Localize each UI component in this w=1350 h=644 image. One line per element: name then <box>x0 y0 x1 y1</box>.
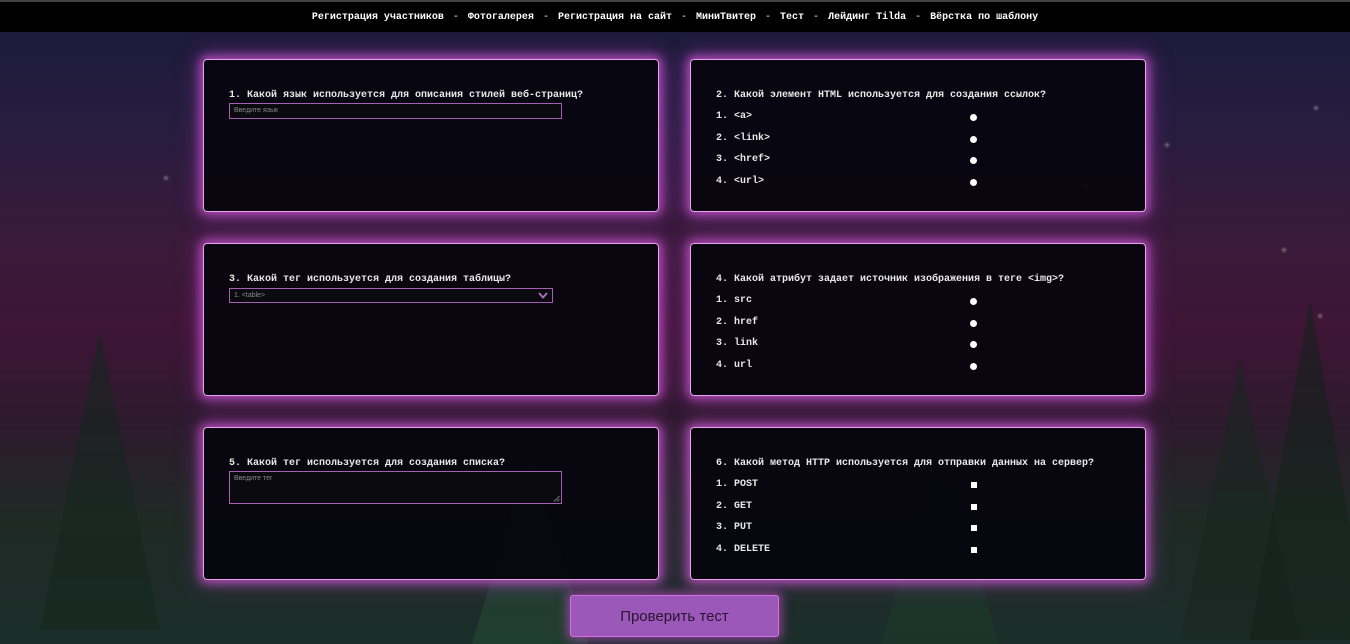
option-label: 4. url <box>716 360 753 371</box>
checkbox-option[interactable]: 4. DELETE <box>716 544 986 558</box>
radio-option[interactable]: 4. url <box>716 360 986 374</box>
question-title: 1. Какой язык используется для описания … <box>229 90 584 101</box>
nav-link-test[interactable]: Тест <box>780 12 804 23</box>
question-card-4: 4. Какой атрибут задает источник изображ… <box>690 243 1146 396</box>
question-title: 3. Какой тег используется для создания т… <box>229 274 512 285</box>
option-label: 2. GET <box>716 501 753 512</box>
checkbox[interactable] <box>971 525 977 531</box>
question-title: 5. Какой тег используется для создания с… <box>229 458 506 469</box>
question-title: 2. Какой элемент HTML используется для с… <box>716 90 1047 101</box>
star-decoration <box>164 176 168 180</box>
question-title: 4. Какой атрибут задает источник изображ… <box>716 274 1065 285</box>
question-title: 6. Какой метод HTTP используется для отп… <box>716 458 1095 469</box>
nav-separator: - <box>680 11 687 23</box>
nav-link-participants-registration[interactable]: Регистрация участников <box>312 12 444 23</box>
star-decoration <box>1165 143 1169 147</box>
nav-separator: - <box>452 11 459 23</box>
checkbox-option[interactable]: 2. GET <box>716 501 986 515</box>
radio-option[interactable]: 1. <a> <box>716 111 986 125</box>
nav-separator: - <box>765 11 772 23</box>
nav-link-site-registration[interactable]: Регистрация на сайт <box>558 12 672 23</box>
top-navigation: Регистрация участников - Фотогалерея - Р… <box>0 0 1350 32</box>
nav-separator: - <box>915 11 922 23</box>
star-decoration <box>1314 106 1318 110</box>
nav-link-minitwitter[interactable]: МиниТвитер <box>696 12 756 23</box>
option-label: 1. src <box>716 295 753 306</box>
radio-button[interactable] <box>970 341 977 348</box>
list-tag-textarea[interactable]: Введите тег <box>229 471 562 504</box>
question-card-3: 3. Какой тег используется для создания т… <box>203 243 659 396</box>
resize-handle-icon[interactable] <box>553 495 560 502</box>
check-test-button[interactable]: Проверить тест <box>570 595 779 637</box>
textarea-placeholder: Введите тег <box>234 475 273 482</box>
radio-button[interactable] <box>970 114 977 121</box>
select-value: 1. <table> <box>234 292 266 299</box>
nav-separator: - <box>813 11 820 23</box>
option-label: 2. href <box>716 317 759 328</box>
checkbox[interactable] <box>971 504 977 510</box>
option-label: 1. POST <box>716 479 759 490</box>
tree-decoration <box>1250 300 1350 640</box>
table-tag-select[interactable]: 1. <table> <box>229 288 553 303</box>
star-decoration <box>1282 248 1286 252</box>
option-label: 3. PUT <box>716 522 753 533</box>
question-card-5: 5. Какой тег используется для создания с… <box>203 427 659 580</box>
language-input[interactable]: Введите язык <box>229 103 562 119</box>
radio-button[interactable] <box>970 179 977 186</box>
radio-button[interactable] <box>970 136 977 143</box>
question-card-1: 1. Какой язык используется для описания … <box>203 59 659 212</box>
radio-button[interactable] <box>970 363 977 370</box>
radio-option[interactable]: 3. link <box>716 338 986 352</box>
option-label: 1. <a> <box>716 111 753 122</box>
radio-button[interactable] <box>970 298 977 305</box>
question-card-6: 6. Какой метод HTTP используется для отп… <box>690 427 1146 580</box>
nav-link-template-layout[interactable]: Вёрстка по шаблону <box>930 12 1038 23</box>
checkbox-option[interactable]: 1. POST <box>716 479 986 493</box>
radio-option[interactable]: 4. <url> <box>716 176 986 190</box>
radio-option[interactable]: 1. src <box>716 295 986 309</box>
nav-link-photo-gallery[interactable]: Фотогалерея <box>468 12 534 23</box>
question-card-2: 2. Какой элемент HTML используется для с… <box>690 59 1146 212</box>
tree-decoration <box>40 330 160 630</box>
option-label: 3. link <box>716 338 759 349</box>
option-label: 4. DELETE <box>716 544 771 555</box>
option-label: 3. <href> <box>716 154 771 165</box>
radio-button[interactable] <box>970 157 977 164</box>
option-label: 4. <url> <box>716 176 765 187</box>
checkbox[interactable] <box>971 547 977 553</box>
nav-separator: - <box>542 11 549 23</box>
radio-button[interactable] <box>970 320 977 327</box>
chevron-down-icon <box>538 292 548 299</box>
checkbox-option[interactable]: 3. PUT <box>716 522 986 536</box>
radio-option[interactable]: 2. href <box>716 317 986 331</box>
option-label: 2. <link> <box>716 133 771 144</box>
checkbox[interactable] <box>971 482 977 488</box>
nav-link-landing-tilda[interactable]: Лейдинг Tilda <box>828 12 906 23</box>
radio-option[interactable]: 2. <link> <box>716 133 986 147</box>
radio-option[interactable]: 3. <href> <box>716 154 986 168</box>
